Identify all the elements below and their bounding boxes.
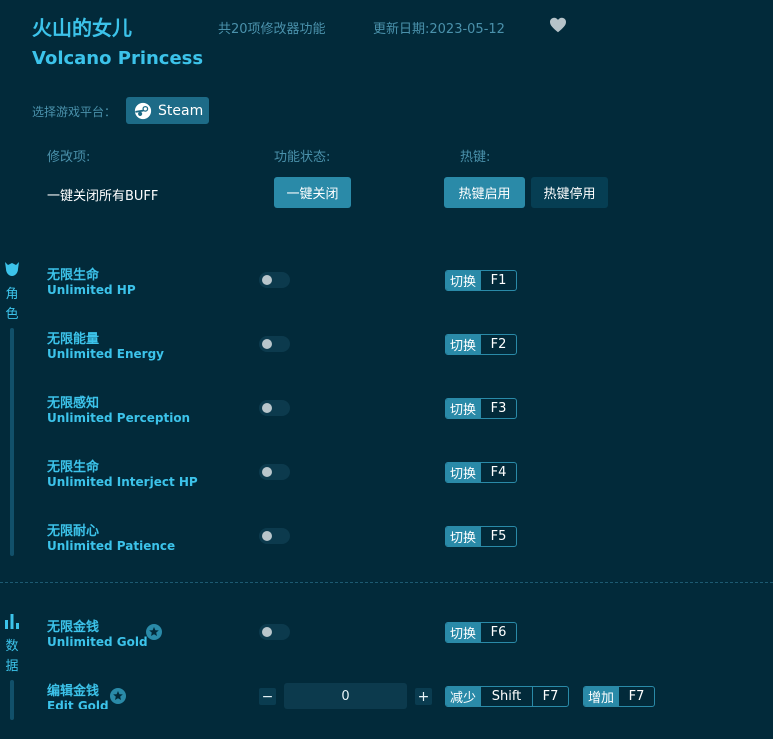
hotkey-key: F3 bbox=[480, 399, 516, 418]
column-header-hotkey: 热键: bbox=[460, 150, 491, 165]
hotkey-increase-gold[interactable]: 增加 F7 bbox=[583, 686, 656, 707]
hotkey-key: F6 bbox=[480, 623, 516, 642]
steam-button-label: Steam bbox=[158, 102, 204, 119]
item-label-en: Unlimited HP bbox=[47, 283, 136, 297]
hotkey-action: 切换 bbox=[446, 623, 481, 642]
hotkey-action: 增加 bbox=[584, 687, 619, 706]
hotkey-key: F5 bbox=[480, 527, 516, 546]
decrease-gold-button[interactable]: − bbox=[259, 688, 276, 705]
hotkey-unlimited-patience[interactable]: 切换 F5 bbox=[445, 526, 518, 547]
edit-gold-label-en: Edit Gold bbox=[47, 699, 109, 709]
bar-chart-icon bbox=[5, 614, 19, 629]
feature-count: 共20项修改器功能 bbox=[218, 22, 326, 37]
close-all-button[interactable]: 一键关闭 bbox=[274, 177, 351, 208]
hotkey-key: F2 bbox=[480, 335, 516, 354]
star-badge-icon bbox=[146, 624, 162, 640]
hotkey-unlimited-hp[interactable]: 切换 F1 bbox=[445, 270, 518, 291]
character-icon bbox=[5, 262, 19, 276]
item-label-cn: 无限生命 bbox=[47, 268, 100, 283]
item-label-cn: 无限耐心 bbox=[47, 524, 100, 539]
hotkey-action: 切换 bbox=[446, 335, 481, 354]
hotkey-modifier: Shift bbox=[480, 687, 532, 706]
hotkey-unlimited-energy[interactable]: 切换 F2 bbox=[445, 334, 518, 355]
column-header-status: 功能状态: bbox=[274, 150, 331, 165]
hotkey-decrease-gold[interactable]: 减少 Shift F7 bbox=[445, 686, 570, 707]
item-label-cn: 无限生命 bbox=[47, 460, 100, 475]
section-bar-data bbox=[10, 680, 14, 720]
platform-label: 选择游戏平台： bbox=[32, 105, 117, 119]
column-header-item: 修改项: bbox=[47, 150, 91, 165]
hotkey-unlimited-perception[interactable]: 切换 F3 bbox=[445, 398, 518, 419]
toggle-unlimited-hp[interactable] bbox=[259, 272, 290, 288]
game-title-en: Volcano Princess bbox=[32, 48, 204, 69]
hotkey-action: 切换 bbox=[446, 463, 481, 482]
item-label-en: Unlimited Patience bbox=[47, 539, 176, 553]
item-label-en: Unlimited Interject HP bbox=[47, 475, 198, 489]
hotkey-action: 切换 bbox=[446, 527, 481, 546]
hotkey-key: F4 bbox=[480, 463, 516, 482]
toggle-unlimited-interject-hp[interactable] bbox=[259, 464, 290, 480]
section-label-character-1: 角 bbox=[5, 287, 19, 302]
star-badge-icon bbox=[110, 688, 126, 704]
item-label-cn: 无限金钱 bbox=[47, 620, 100, 635]
hotkey-action: 减少 bbox=[446, 687, 481, 706]
game-title-cn: 火山的女儿 bbox=[32, 16, 132, 40]
gold-value-input[interactable]: 0 bbox=[284, 683, 407, 709]
section-label-data-1: 数 bbox=[5, 639, 19, 654]
section-label-character-2: 色 bbox=[5, 307, 19, 322]
hotkey-key: F1 bbox=[480, 271, 516, 290]
update-date: 更新日期:2023-05-12 bbox=[373, 22, 505, 37]
increase-gold-button[interactable]: + bbox=[415, 688, 432, 705]
toggle-unlimited-patience[interactable] bbox=[259, 528, 290, 544]
hotkey-disable-button[interactable]: 热键停用 bbox=[531, 177, 608, 208]
hotkey-action: 切换 bbox=[446, 271, 481, 290]
item-label-en: Unlimited Energy bbox=[47, 347, 164, 361]
heart-icon[interactable] bbox=[549, 17, 567, 33]
item-label-cn: 无限感知 bbox=[47, 396, 100, 411]
hotkey-unlimited-interject-hp[interactable]: 切换 F4 bbox=[445, 462, 518, 483]
item-label-en: Unlimited Perception bbox=[47, 411, 191, 425]
section-divider bbox=[0, 582, 773, 583]
toggle-unlimited-gold[interactable] bbox=[259, 624, 290, 640]
hotkey-enable-button[interactable]: 热键启用 bbox=[444, 177, 525, 208]
edit-gold-label-cn: 编辑金钱 bbox=[47, 684, 100, 699]
hotkey-key: F7 bbox=[618, 687, 654, 706]
steam-platform-button[interactable]: Steam bbox=[126, 97, 209, 124]
hotkey-unlimited-gold[interactable]: 切换 F6 bbox=[445, 622, 518, 643]
section-label-data-2: 据 bbox=[5, 659, 19, 674]
toggle-unlimited-energy[interactable] bbox=[259, 336, 290, 352]
hotkey-key: F7 bbox=[532, 687, 568, 706]
section-bar-character bbox=[10, 328, 14, 556]
steam-icon bbox=[134, 102, 152, 119]
item-label-cn: 无限能量 bbox=[47, 332, 100, 347]
close-all-buff-label: 一键关闭所有BUFF bbox=[47, 189, 159, 204]
toggle-unlimited-perception[interactable] bbox=[259, 400, 290, 416]
hotkey-action: 切换 bbox=[446, 399, 481, 418]
item-label-en: Unlimited Gold bbox=[47, 635, 148, 649]
